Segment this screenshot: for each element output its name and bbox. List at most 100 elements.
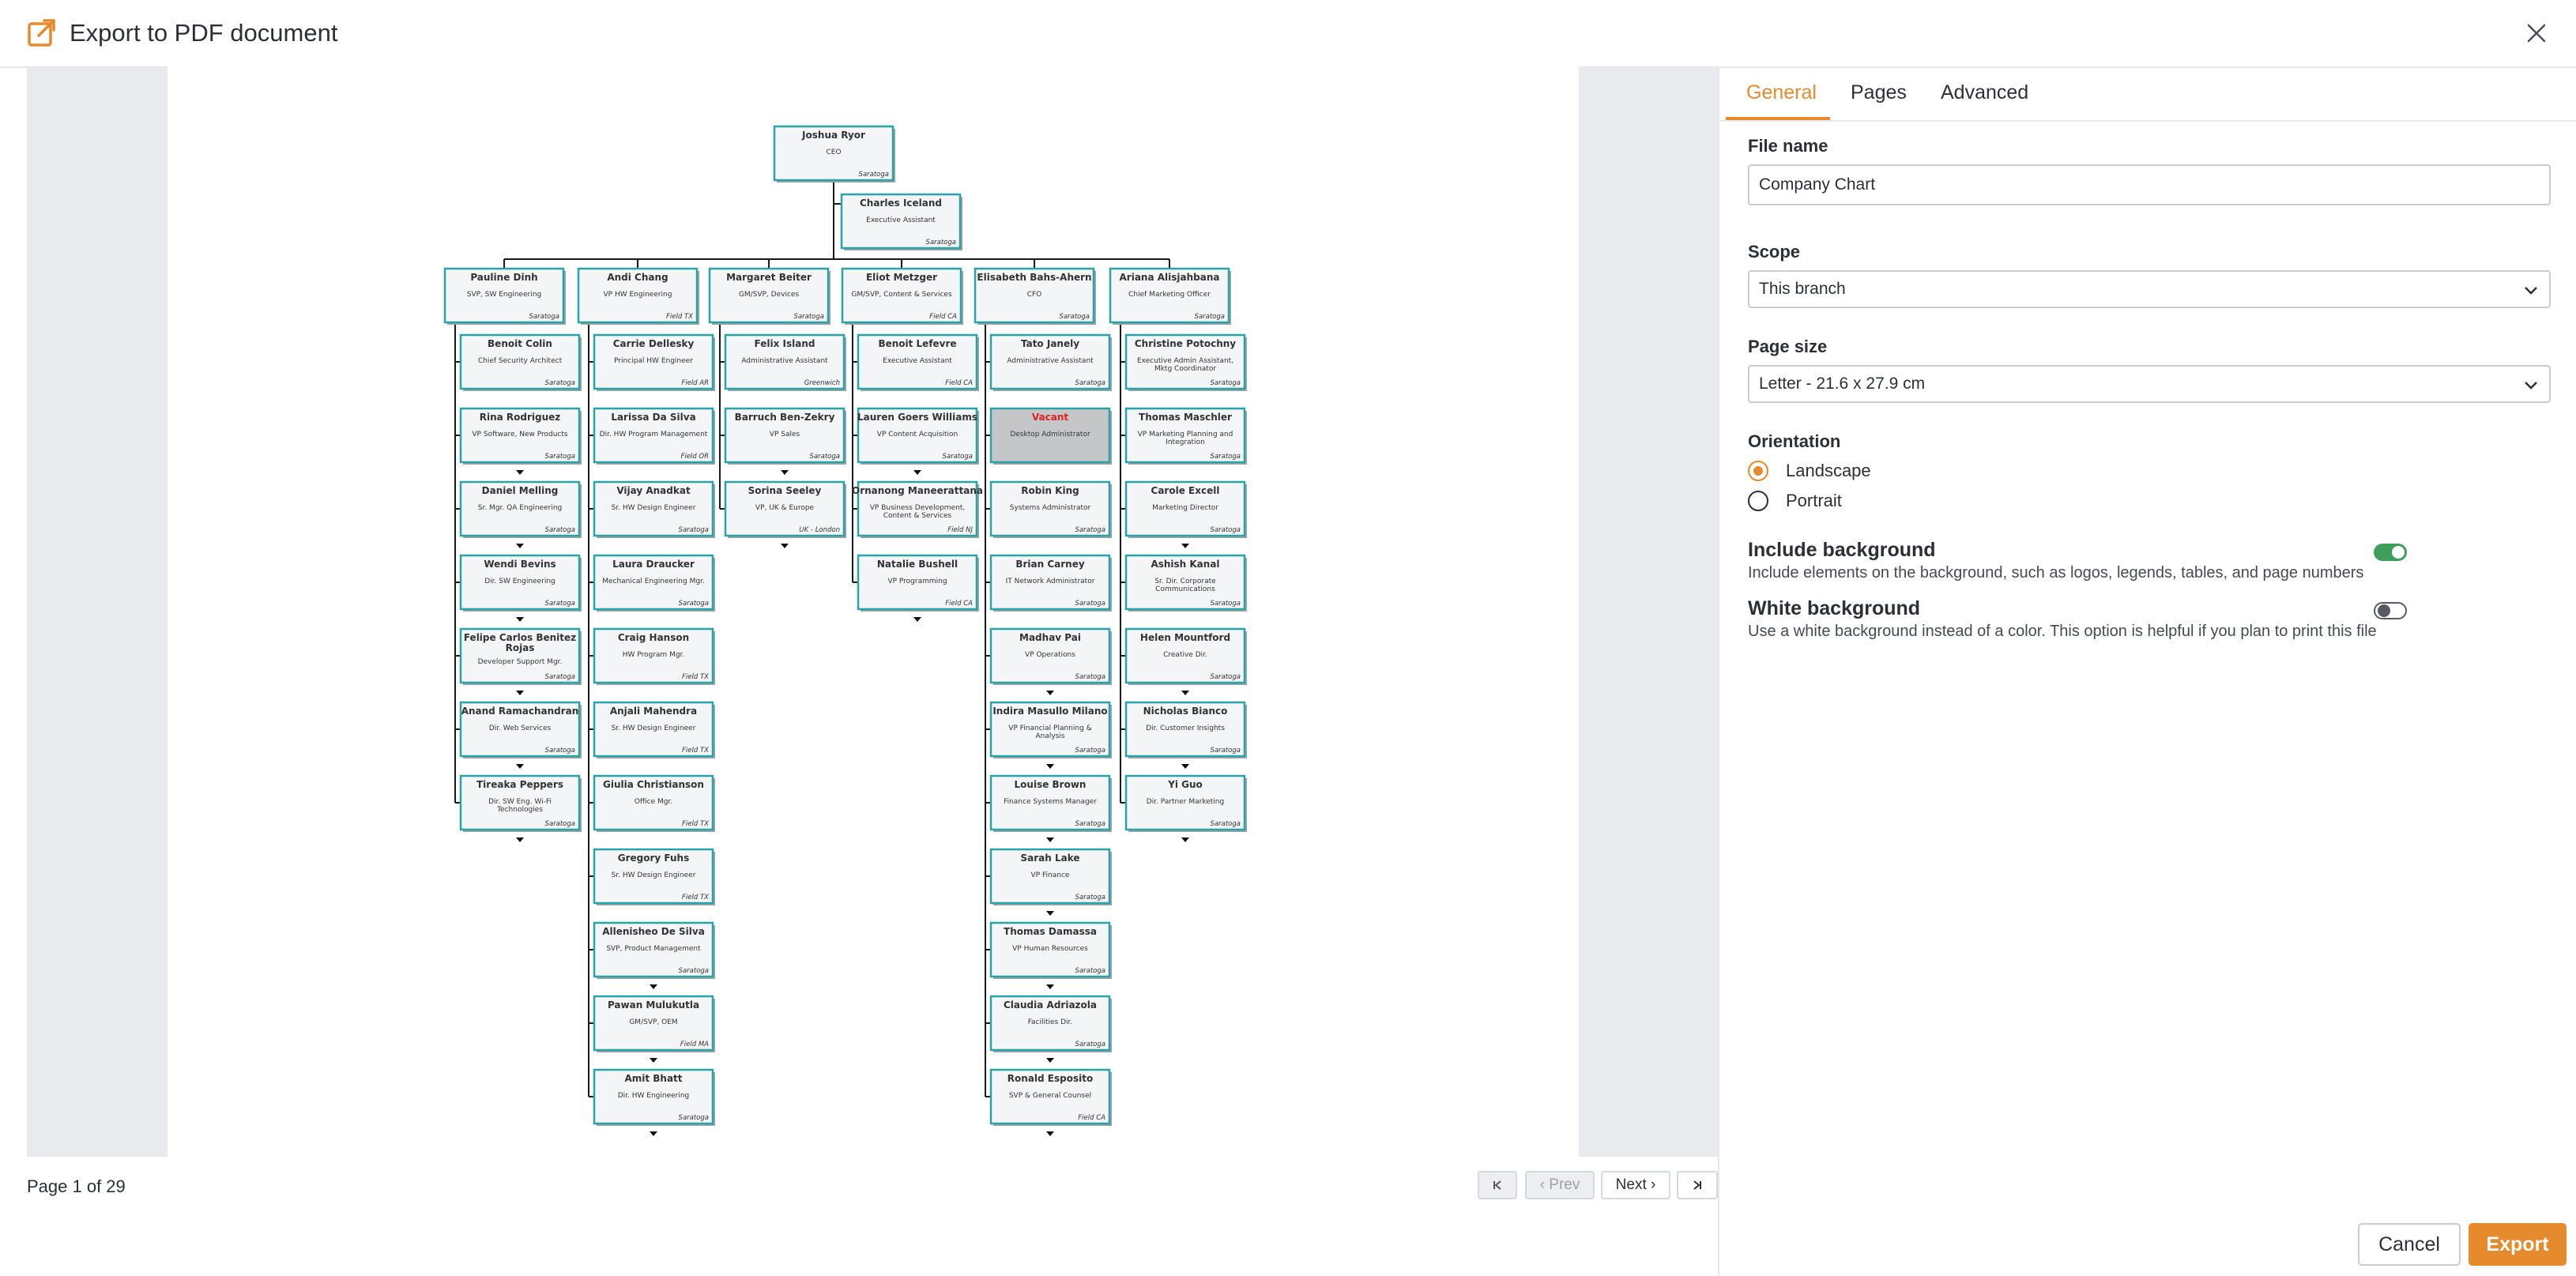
- white-background-toggle[interactable]: [2374, 602, 2407, 619]
- node-name: Elisabeth Bahs-Ahern: [977, 272, 1091, 283]
- expand-arrow-icon: [516, 837, 524, 842]
- node-title: Sr. HW Design Engineer: [612, 504, 696, 512]
- node-title: GM/SVP, Devices: [739, 291, 800, 299]
- expand-arrow-icon: [1046, 984, 1054, 989]
- node-title: Creative Dir.: [1163, 651, 1207, 659]
- node-location: Saratoga: [545, 820, 575, 828]
- close-icon[interactable]: [2521, 17, 2552, 49]
- node-location: Saratoga: [1211, 453, 1241, 461]
- node-name: Andi Chang: [607, 272, 668, 283]
- expand-arrow-icon: [781, 544, 789, 548]
- expand-arrow-icon: [1046, 764, 1054, 769]
- page-size-select[interactable]: Letter - 21.6 x 27.9 cm: [1748, 365, 2551, 403]
- node-location: Greenwich: [804, 379, 840, 387]
- node-title: Integration: [1166, 439, 1205, 446]
- toggle-knob: [2378, 604, 2390, 617]
- node-title: Dir. SW Eng. Wi-Fi: [488, 798, 552, 806]
- node-location: Saratoga: [545, 673, 575, 681]
- node-name: Rojas: [506, 642, 535, 653]
- expand-arrow-icon: [1046, 911, 1054, 916]
- node-title: SVP & General Counsel: [1009, 1092, 1091, 1100]
- node-location: Saratoga: [1075, 747, 1105, 755]
- node-location: Saratoga: [679, 1114, 709, 1122]
- node-name: Madhav Pai: [1019, 632, 1081, 643]
- cancel-button[interactable]: Cancel: [2358, 1223, 2461, 1266]
- last-page-icon: [1693, 1180, 1701, 1190]
- node-name: Craig Hanson: [618, 632, 689, 643]
- prev-page-button[interactable]: ‹ Prev: [1525, 1171, 1595, 1199]
- tab-bar: General Pages Advanced: [1719, 66, 2576, 122]
- expand-arrow-icon: [516, 691, 524, 695]
- node-title: Desktop Administrator: [1010, 431, 1090, 439]
- node-location: Saratoga: [1211, 379, 1241, 387]
- scope-select[interactable]: This branch: [1748, 270, 2551, 308]
- node-title: Systems Administrator: [1010, 504, 1091, 512]
- toggle-knob: [2392, 546, 2405, 559]
- node-location: Field CA: [945, 600, 973, 608]
- node-title: Sr. HW Design Engineer: [612, 871, 696, 879]
- expand-arrow-icon: [1046, 691, 1054, 695]
- chevron-left-icon: ‹: [1539, 1176, 1550, 1193]
- tab-pages[interactable]: Pages: [1851, 79, 1907, 106]
- include-background-toggle[interactable]: [2374, 544, 2407, 561]
- node-title: VP HW Engineering: [604, 291, 672, 299]
- white-background-description: Use a white background instead of a colo…: [1748, 623, 2377, 640]
- export-button[interactable]: Export: [2469, 1223, 2567, 1266]
- node-name: Charles Iceland: [860, 198, 942, 209]
- tab-advanced[interactable]: Advanced: [1941, 79, 2028, 106]
- node-location: Saratoga: [1075, 894, 1105, 901]
- last-page-button[interactable]: [1677, 1171, 1718, 1199]
- radio-button[interactable]: [1748, 491, 1768, 511]
- node-title: VP Software, New Products: [472, 431, 568, 439]
- expand-arrow-icon: [1181, 764, 1189, 769]
- node-title: Dir. SW Engineering: [484, 578, 555, 585]
- node-location: Saratoga: [1195, 313, 1225, 321]
- file-name-label: File name: [1748, 136, 1828, 156]
- node-location: Saratoga: [810, 453, 840, 461]
- landscape-radio[interactable]: Landscape: [1748, 458, 1871, 484]
- node-title: Mktg Coordinator: [1154, 365, 1216, 373]
- node-location: Saratoga: [1211, 526, 1241, 534]
- portrait-radio[interactable]: Portrait: [1748, 488, 1842, 514]
- node-location: Saratoga: [1075, 673, 1105, 681]
- first-page-button[interactable]: [1478, 1171, 1517, 1199]
- dialog-header: Export to PDF document: [0, 0, 2576, 68]
- node-name: Anand Ramachandran: [461, 706, 579, 717]
- expand-arrow-icon: [516, 470, 524, 475]
- node-title: Executive Admin Assistant,: [1137, 357, 1233, 365]
- node-title: SVP, Product Management: [606, 945, 701, 953]
- node-title: VP Content Acquisition: [877, 431, 958, 439]
- expand-arrow-icon: [650, 1058, 657, 1063]
- node-name: Lauren Goers Williams: [857, 412, 977, 423]
- node-title: VP, UK & Europe: [755, 504, 815, 512]
- expand-arrow-icon: [650, 984, 657, 989]
- node-name: Louise Brown: [1015, 779, 1087, 790]
- chevron-down-icon: [2525, 382, 2537, 390]
- node-title: Finance Systems Manager: [1004, 798, 1097, 806]
- node-location: Field TX: [682, 820, 709, 828]
- white-background-title: White background: [1748, 597, 1921, 619]
- scope-label: Scope: [1748, 242, 1801, 262]
- node-title: Executive Assistant: [866, 216, 936, 224]
- node-name: Tireaka Peppers: [476, 779, 563, 790]
- expand-arrow-icon: [913, 470, 921, 475]
- node-location: Field OR: [680, 453, 709, 461]
- node-name: Wendi Bevins: [484, 559, 555, 570]
- node-location: Field TX: [666, 313, 693, 321]
- node-location: Saratoga: [1075, 820, 1105, 828]
- node-title: VP Programming: [887, 578, 947, 585]
- node-title: Administrative Assistant: [741, 357, 828, 365]
- radio-button-checked[interactable]: [1748, 461, 1768, 481]
- tab-general[interactable]: General: [1746, 79, 1817, 106]
- node-name: Daniel Melling: [482, 485, 559, 496]
- node-name: Gregory Fuhs: [618, 853, 690, 864]
- node-name: Indira Masullo Milano: [992, 706, 1107, 717]
- active-tab-indicator: [1726, 117, 1830, 120]
- node-location: Field TX: [682, 747, 709, 755]
- preview-page: Joshua Ryor CEO Saratoga Charles Iceland Exe…: [168, 66, 1579, 1157]
- include-background-description: Include elements on the background, such…: [1748, 564, 2364, 582]
- file-name-input[interactable]: [1748, 164, 2551, 205]
- first-page-icon: [1493, 1180, 1501, 1190]
- next-page-button[interactable]: Next ›: [1601, 1171, 1670, 1199]
- node-title: Dir. Partner Marketing: [1147, 798, 1224, 806]
